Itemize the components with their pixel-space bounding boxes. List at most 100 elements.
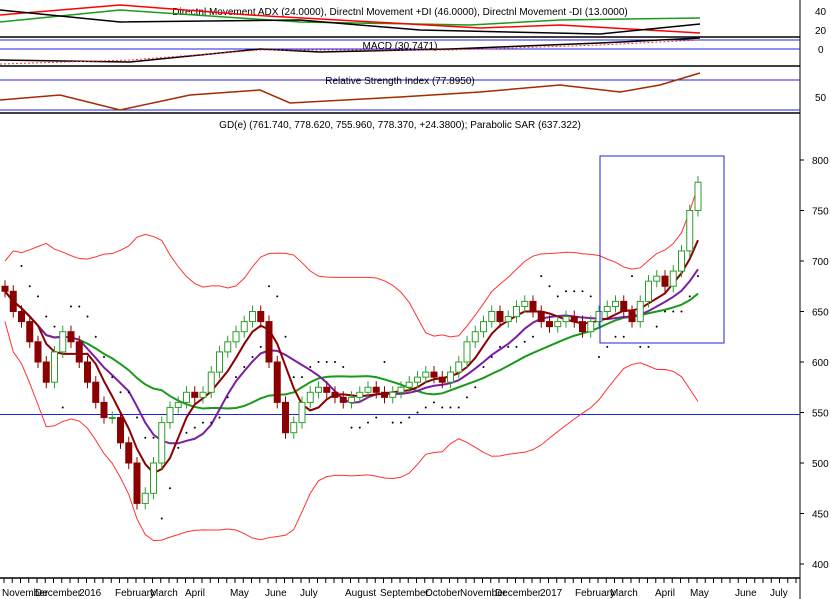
candle-body [67, 331, 75, 343]
sar-dot [251, 355, 254, 358]
sar-dot [177, 446, 180, 449]
sar-dot [565, 290, 567, 293]
sar-dot [202, 421, 204, 424]
sar-dot [573, 290, 576, 293]
sar-dot [433, 401, 435, 404]
candle-body [133, 462, 141, 504]
candle-body [496, 311, 504, 323]
candle-body [331, 391, 339, 398]
sar-dot [424, 406, 427, 409]
candle-body [372, 386, 380, 393]
sar-dot [457, 406, 460, 409]
sar-dot [507, 345, 510, 348]
candle-body [216, 351, 223, 373]
sar-dot [614, 335, 617, 338]
sar-dot [78, 305, 81, 308]
sar-dot [193, 426, 196, 429]
stock-chart: Directnl Movement ADX (24.0000), Directn… [0, 0, 831, 599]
sar-dot [268, 285, 270, 288]
sar-dot [400, 421, 402, 424]
candle-body [174, 401, 182, 408]
candle-body [51, 351, 58, 383]
candle-body [645, 280, 652, 302]
candle-body [240, 321, 248, 333]
sar-dot [28, 285, 31, 288]
sar-dot [639, 345, 642, 348]
candle-body [356, 391, 364, 398]
sar-dot [53, 325, 56, 328]
x-axis-label: 2016 [79, 588, 102, 599]
candle-body [290, 422, 298, 434]
x-axis-label: June [735, 588, 757, 599]
macd-line [0, 37, 701, 63]
sar-dot [622, 335, 625, 338]
candle-body [1, 285, 9, 292]
sar-dot [119, 391, 122, 394]
sar-dot [342, 366, 345, 369]
candle-body [348, 396, 355, 403]
candle-body [686, 210, 694, 252]
price-tick-label: 400 [812, 560, 829, 571]
candle-body [422, 371, 430, 378]
candle-body [75, 341, 83, 363]
sar-dot [309, 366, 312, 369]
candle-body [108, 417, 116, 420]
x-axis-label: July [770, 588, 788, 599]
sar-dot [226, 396, 229, 399]
sar-dot [350, 426, 353, 429]
x-axis-label: October [425, 588, 461, 599]
x-axis-label: February [115, 588, 155, 599]
sar-dot [408, 416, 411, 419]
candle-body [249, 311, 256, 323]
sar-dot [152, 436, 155, 439]
sar-dot [144, 436, 147, 439]
sar-dot [367, 421, 369, 424]
candle-body [562, 316, 570, 323]
sar-dot [218, 416, 221, 419]
sar-dot [127, 391, 130, 394]
sar-dot [375, 416, 378, 419]
candle-body [661, 275, 669, 287]
candle-body [34, 341, 42, 363]
candle-body [587, 321, 595, 333]
candle-body [191, 391, 199, 398]
adx-title: Directnl Movement ADX (24.0000), Directn… [172, 7, 627, 18]
candle-body [636, 300, 644, 323]
candle-body [389, 391, 397, 398]
candle-body [397, 386, 405, 393]
candle-body [570, 316, 578, 323]
price-tick-label: 600 [812, 358, 829, 369]
sar-dot [655, 325, 658, 328]
sar-dot [532, 335, 534, 338]
candle-body [455, 361, 463, 373]
candle-body [84, 361, 91, 383]
sar-dot [391, 421, 394, 424]
sar-dot [169, 487, 171, 490]
candle-body [199, 391, 207, 398]
sar-dot [449, 406, 452, 409]
candle-body [166, 406, 174, 424]
sar-dot [548, 285, 551, 288]
sar-dot [598, 355, 600, 358]
candle-body [18, 311, 25, 323]
x-axis-label: March [610, 588, 638, 599]
chart-svg: Directnl Movement ADX (24.0000), Directn… [0, 0, 829, 599]
candle-body [150, 462, 157, 494]
sar-dot [61, 406, 64, 409]
x-axis-label: March [150, 588, 178, 599]
highlight-box [599, 155, 725, 344]
candle-body [298, 401, 306, 424]
sar-dot [103, 355, 105, 358]
x-axis-label: September [380, 588, 430, 599]
candle-body [546, 321, 553, 328]
price-tick-label: 650 [812, 308, 829, 319]
sar-dot [556, 295, 559, 298]
sar-dot [111, 376, 114, 379]
candle-body [537, 311, 545, 323]
candle-body [414, 376, 421, 383]
candle-body [579, 321, 586, 333]
macd-tick-0: 0 [818, 45, 824, 56]
sar-dot [589, 295, 592, 298]
candle-body [92, 381, 100, 403]
candle-body [339, 396, 347, 403]
